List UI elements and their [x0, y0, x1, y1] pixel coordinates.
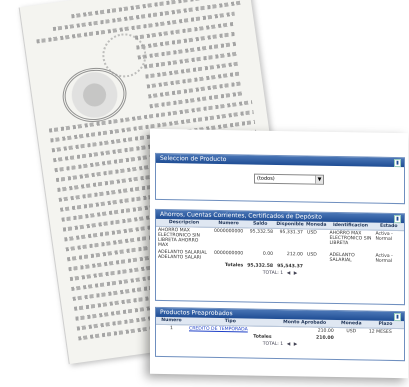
panel-title: Seleccion de Producto — [160, 154, 227, 164]
pager-label: TOTAL: 1 — [262, 270, 284, 277]
preapproved-panel: Productos Preaprobados ▮ Numero Tipo Mon… — [155, 306, 405, 362]
next-arrow-icon[interactable]: ▶ — [294, 271, 298, 276]
banking-window: Seleccion de Producto ▮ (todos) ▼ Ahorro… — [150, 128, 408, 379]
cell-descripcion: AHORRO MAX ELECTRONICO SIN LIBRETA AHORR… — [158, 227, 200, 249]
panel-title: Ahorros, Cuentas Corrientes, Certificado… — [160, 210, 322, 221]
cell-saldo: 95,332.58 — [249, 229, 274, 235]
cell-saldo: 0.00 — [262, 251, 274, 257]
cell-moneda: USD — [306, 252, 317, 258]
cell-numero: 0000000000 — [214, 250, 244, 257]
chevron-down-icon[interactable]: ▼ — [315, 175, 323, 184]
product-select-value: (todos) — [257, 175, 275, 182]
next-arrow-icon[interactable]: ▶ — [294, 342, 298, 347]
product-selection-panel: Seleccion de Producto ▮ (todos) ▼ — [155, 152, 405, 205]
cell-disponible: 212.00 — [286, 252, 303, 258]
prev-arrow-icon[interactable]: ◀ — [287, 342, 291, 347]
cell-numero: 0000000000 — [214, 228, 244, 235]
document-icon[interactable]: ▮ — [394, 313, 401, 322]
cell-disponible: 95,331.37 — [279, 230, 303, 236]
product-link[interactable]: CREDITO DE TEMPORADA — [189, 326, 248, 332]
accounts-panel: Ahorros, Cuentas Corrientes, Certificado… — [155, 208, 405, 306]
panel-title: Productos Preaprobados — [160, 308, 233, 318]
accounts-table: Descripcion Numero Saldo Disponible Mone… — [156, 218, 404, 272]
cell-descripcion: ADELANTO SALARIAL ADELANTO SALARI — [158, 249, 207, 261]
pager-label: TOTAL: 1 — [262, 341, 284, 348]
cell-estado: Activa - Normal — [375, 253, 393, 264]
cell-identificacion: ADELANTO SALARIAL — [329, 252, 355, 264]
cell-moneda: USD — [306, 230, 317, 236]
document-icon[interactable]: ▮ — [394, 215, 401, 224]
panel-header: Seleccion de Producto ▮ — [156, 153, 404, 168]
cell-estado: Activa - Normal — [375, 231, 393, 242]
document-icon[interactable]: ▮ — [394, 159, 401, 168]
cell-identificacion: AHORRO MAX ELECTRONICO SIN LIBRETA — [329, 230, 372, 247]
product-select[interactable]: (todos) ▼ — [254, 173, 324, 185]
prev-arrow-icon[interactable]: ◀ — [287, 271, 291, 276]
